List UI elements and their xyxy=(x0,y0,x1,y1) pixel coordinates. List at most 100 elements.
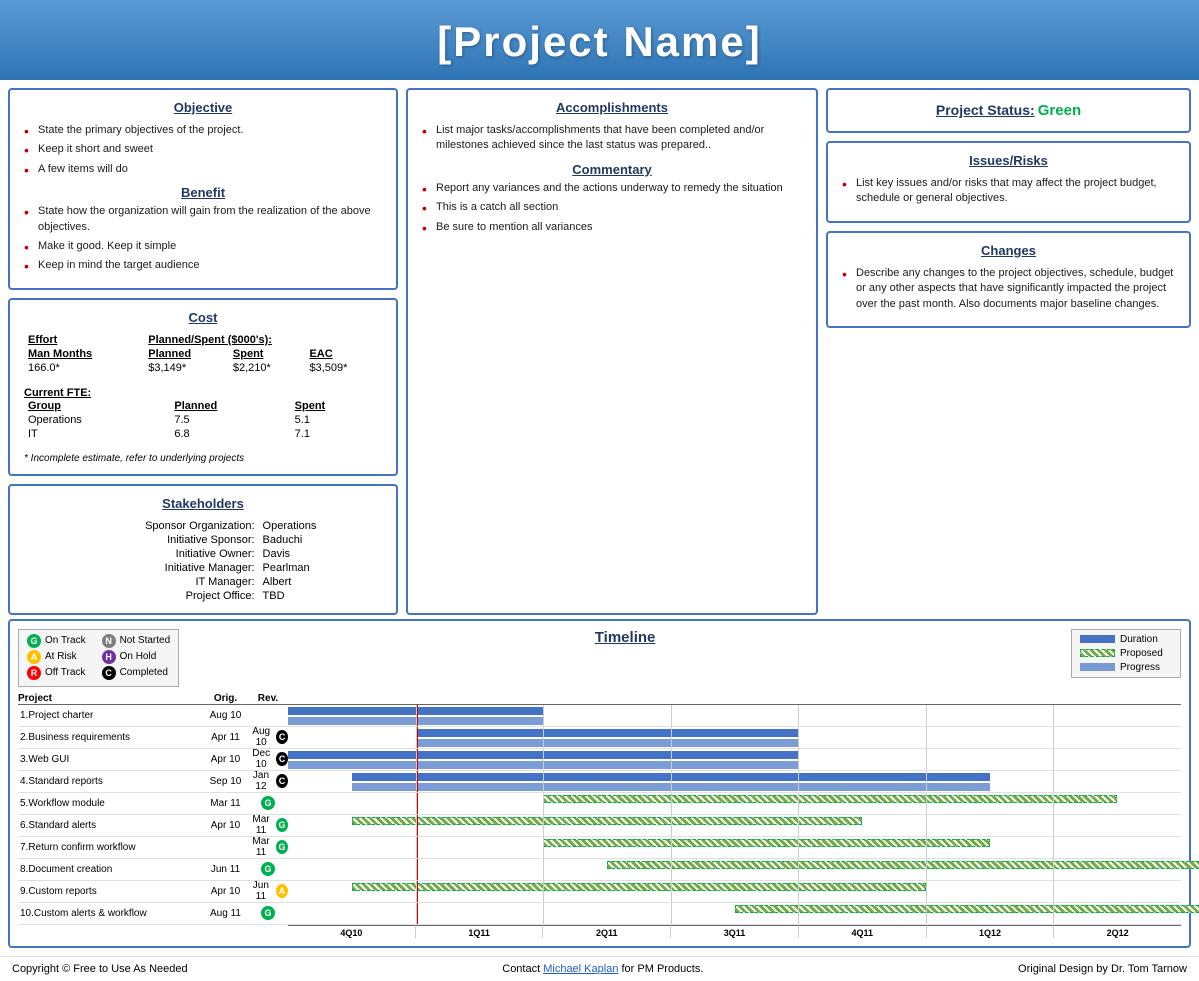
grid-line-2-row-9 xyxy=(543,903,544,924)
stakeholder-row-3: Initiative Manager: Pearlman xyxy=(24,561,382,575)
grid-line-6-row-8 xyxy=(1053,881,1054,902)
bar-progress-1 xyxy=(416,739,799,747)
sh-value-1: Baduchi xyxy=(259,533,382,547)
time-labels-row: 4Q101Q112Q113Q114Q111Q122Q12 xyxy=(288,925,1181,938)
changes-title: Changes xyxy=(842,243,1175,258)
legend-label-atrisk: At Risk xyxy=(45,651,77,662)
timeline-title: Timeline xyxy=(179,629,1071,646)
time-label-2: 2Q11 xyxy=(542,925,670,938)
grid-line-3-row-8 xyxy=(671,881,672,902)
grid-line-4-row-9 xyxy=(798,903,799,924)
grid-line-5-row-9 xyxy=(926,903,927,924)
proj-rev-4: G xyxy=(248,796,288,810)
grid-line-5-row-5 xyxy=(926,815,927,836)
grid-line-1-row-8 xyxy=(416,881,417,902)
proj-rev-3: Jan 12C xyxy=(248,770,288,792)
grid-line-3-row-2 xyxy=(671,749,672,770)
grid-line-2-row-4 xyxy=(543,793,544,814)
grid-line-6-row-1 xyxy=(1053,727,1054,748)
grid-line-1-row-0 xyxy=(416,705,417,726)
proj-orig-1: Apr 11 xyxy=(203,732,248,743)
proj-chart-2 xyxy=(288,749,1181,770)
grid-line-1-row-1 xyxy=(416,727,417,748)
grid-line-3-row-6 xyxy=(671,837,672,858)
proj-rev-2: Dec 10C xyxy=(248,748,288,770)
sh-value-5: TBD xyxy=(259,589,382,603)
bar-legend: Duration Proposed Progress xyxy=(1071,629,1181,678)
stakeholder-row-5: Project Office: TBD xyxy=(24,589,382,603)
grid-line-6-row-5 xyxy=(1053,815,1054,836)
time-label-1: 1Q11 xyxy=(415,925,543,938)
proj-chart-0 xyxy=(288,705,1181,726)
issues-risks-title: Issues/Risks xyxy=(842,153,1175,168)
grid-line-4-row-1 xyxy=(798,727,799,748)
proj-name-6: 7.Return confirm workflow xyxy=(18,842,203,853)
grid-line-6-row-6 xyxy=(1053,837,1054,858)
bar-legend-proposed: Proposed xyxy=(1080,648,1172,659)
gantt-header: Project Orig. Rev. xyxy=(18,693,1181,705)
bar-duration-1 xyxy=(416,729,799,737)
grid-line-1-row-2 xyxy=(416,749,417,770)
proj-name-5: 6.Standard alerts xyxy=(18,820,203,831)
main-content: Objective State the primary objectives o… xyxy=(0,80,1199,619)
duration-bar-icon xyxy=(1080,635,1115,643)
footer-link[interactable]: Michael Kaplan xyxy=(543,963,618,975)
gantt-col-chart xyxy=(288,693,1181,704)
legend-label-notstarted: Not Started xyxy=(120,635,171,646)
proj-chart-4 xyxy=(288,793,1181,814)
stakeholders-table: Sponsor Organization: Operations Initiat… xyxy=(24,519,382,603)
stakeholders-title: Stakeholders xyxy=(24,496,382,511)
grid-line-5-row-0 xyxy=(926,705,927,726)
benefit-item-2: Make it good. Keep it simple xyxy=(24,239,382,254)
sh-value-4: Albert xyxy=(259,575,382,589)
status-circle-2: C xyxy=(276,752,288,766)
accomplishments-title: Accomplishments xyxy=(422,100,802,115)
commentary-list: Report any variances and the actions und… xyxy=(422,181,802,235)
proj-rev-7: G xyxy=(248,862,288,876)
proj-rev-1: Aug 10C xyxy=(248,726,288,748)
footer-right: Original Design by Dr. Tom Tarnow xyxy=(1018,963,1187,975)
proj-orig-3: Sep 10 xyxy=(203,776,248,787)
project-status-value: Green xyxy=(1038,102,1081,119)
time-label-6: 2Q12 xyxy=(1053,925,1181,938)
gantt-chart: Project Orig. Rev. 1.Project charterAug … xyxy=(18,693,1181,938)
sh-value-0: Operations xyxy=(259,519,382,533)
cost-panel: Cost Effort Planned/Spent ($000's): Man … xyxy=(8,298,398,476)
sh-label-2: Initiative Owner: xyxy=(24,547,259,561)
timeline-panel: G On Track A At Risk R Off Track xyxy=(8,619,1191,948)
status-circle-1: C xyxy=(276,730,288,744)
proj-orig-2: Apr 10 xyxy=(203,754,248,765)
legend-label-completed: Completed xyxy=(120,667,168,678)
project-row-5: 6.Standard alertsApr 10Mar 11G xyxy=(18,815,1181,837)
legend-label-onhold: On Hold xyxy=(120,651,157,662)
sh-label-5: Project Office: xyxy=(24,589,259,603)
proj-chart-5 xyxy=(288,815,1181,836)
grid-line-4-row-0 xyxy=(798,705,799,726)
col-left: Objective State the primary objectives o… xyxy=(8,88,398,615)
grid-line-3-row-5 xyxy=(671,815,672,836)
proj-orig-9: Aug 11 xyxy=(203,908,248,919)
grid-line-1-row-9 xyxy=(416,903,417,924)
grid-line-4-row-4 xyxy=(798,793,799,814)
stakeholder-row-1: Initiative Sponsor: Baduchi xyxy=(24,533,382,547)
project-status-panel: Project Status: Green xyxy=(826,88,1191,133)
current-fte-label: Current FTE: xyxy=(24,387,382,399)
objective-list: State the primary objectives of the proj… xyxy=(24,123,382,177)
legend-circle-n: N xyxy=(102,634,116,648)
grid-line-2-row-6 xyxy=(543,837,544,858)
proj-orig-4: Mar 11 xyxy=(203,798,248,809)
sh-label-1: Initiative Sponsor: xyxy=(24,533,259,547)
project-row-1: 2.Business requirementsApr 11Aug 10C xyxy=(18,727,1181,749)
stakeholders-panel: Stakeholders Sponsor Organization: Opera… xyxy=(8,484,398,615)
project-row-9: 10.Custom alerts & workflowAug 11G xyxy=(18,903,1181,925)
progress-bar-icon xyxy=(1080,663,1115,671)
bar-proposed-5 xyxy=(352,817,862,825)
col-middle: Accomplishments List major tasks/accompl… xyxy=(406,88,818,615)
bar-proposed-4 xyxy=(543,795,1117,803)
grid-line-6-row-7 xyxy=(1053,859,1054,880)
proj-orig-7: Jun 11 xyxy=(203,864,248,875)
issues-risks-item-1: List key issues and/or risks that may af… xyxy=(842,176,1175,207)
fte-col-group: Group xyxy=(28,400,61,412)
grid-line-2-row-0 xyxy=(543,705,544,726)
planned-spent-label: Planned/Spent ($000's): xyxy=(148,334,272,346)
